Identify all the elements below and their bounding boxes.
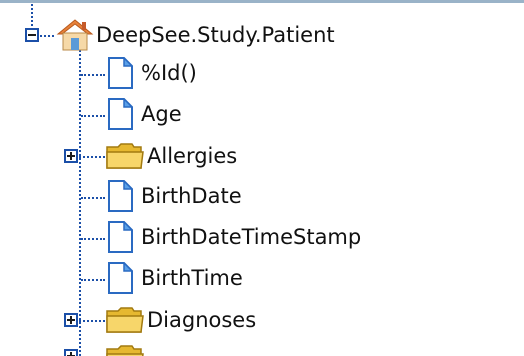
tree-item-label: Diagnoses: [147, 308, 257, 332]
folder-icon: [106, 143, 144, 169]
tree-item-age[interactable]: Age: [107, 98, 182, 130]
tree-item-birthtime[interactable]: BirthTime: [107, 262, 243, 294]
allergies-expand-toggle[interactable]: [64, 149, 78, 163]
tree-item-partial[interactable]: [105, 343, 145, 356]
tree-connector-item: [79, 156, 105, 158]
folder-icon: [106, 307, 144, 333]
tree-connector-item: [81, 115, 105, 117]
tree-item-label: BirthDate: [141, 184, 242, 208]
document-icon: [108, 262, 133, 294]
property-tree: DeepSee.Study.Patient %Id() Age Allergie…: [0, 0, 524, 356]
tree-connector-top-stub: [31, 4, 33, 26]
diagnoses-expand-toggle[interactable]: [64, 313, 78, 327]
document-icon: [108, 180, 133, 212]
root-collapse-toggle[interactable]: [25, 28, 39, 42]
tree-item-allergies[interactable]: Allergies: [105, 141, 237, 171]
document-icon: [108, 221, 133, 253]
next-item-expand-toggle[interactable]: [64, 349, 78, 356]
tree-connector-item: [81, 238, 105, 240]
tree-connector-item: [81, 279, 105, 281]
tree-item-label: Age: [141, 102, 182, 126]
tree-item-label: BirthDateTimeStamp: [141, 225, 362, 249]
tree-node-root-label: DeepSee.Study.Patient: [96, 23, 335, 47]
tree-node-root[interactable]: DeepSee.Study.Patient: [56, 19, 335, 51]
panel-top-border: [0, 0, 524, 3]
tree-item-diagnoses[interactable]: Diagnoses: [105, 305, 256, 335]
tree-item-label: %Id(): [141, 61, 197, 85]
tree-item-birthdate[interactable]: BirthDate: [107, 180, 242, 212]
tree-item-birthdatetimestamp[interactable]: BirthDateTimeStamp: [107, 221, 362, 253]
document-icon: [108, 98, 133, 130]
folder-icon: [106, 345, 144, 356]
tree-connector-item: [81, 74, 105, 76]
tree-connector-item: [81, 197, 105, 199]
tree-connector-vertical: [79, 50, 81, 356]
house-icon: [56, 19, 94, 51]
tree-item-label: BirthTime: [141, 266, 243, 290]
tree-connector-root: [40, 35, 54, 37]
tree-item-label: Allergies: [147, 144, 238, 168]
tree-connector-item: [79, 320, 105, 322]
tree-item-id[interactable]: %Id(): [107, 57, 197, 89]
document-icon: [108, 57, 133, 89]
